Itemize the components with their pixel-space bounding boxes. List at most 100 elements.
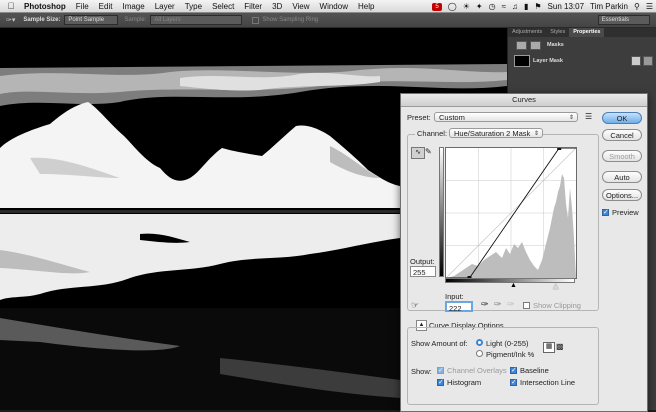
ok-button[interactable]: OK: [602, 112, 642, 124]
light-option-label: Light (0-255): [486, 339, 529, 348]
vector-mask-add-icon[interactable]: [643, 56, 653, 66]
output-gradient-bar: [439, 147, 444, 277]
options-button[interactable]: Options...: [602, 189, 642, 201]
apple-icon[interactable]: : [0, 1, 22, 11]
menu-edit[interactable]: Edit: [94, 2, 118, 11]
status-icon[interactable]: ◯: [445, 2, 460, 11]
layer-mask-row[interactable]: Layer Mask: [508, 53, 656, 69]
output-label: Output:: [410, 257, 435, 266]
vector-mask-icon: [530, 40, 541, 50]
show-sampling-ring-checkbox[interactable]: [252, 16, 260, 24]
curve-svg: [445, 146, 577, 280]
sample-select[interactable]: All Layers: [150, 15, 243, 25]
spotlight-icon[interactable]: ⚲: [631, 2, 643, 11]
histogram-label: Histogram: [447, 378, 482, 387]
intersection-line-label: Intersection Line: [520, 378, 576, 387]
eyedropper-icon[interactable]: ✑▾: [6, 16, 15, 24]
preset-options-icon[interactable]: ☰: [585, 112, 592, 121]
show-label: Show:: [411, 367, 432, 376]
menu-view[interactable]: View: [287, 2, 314, 11]
add-mask-icon[interactable]: [631, 56, 641, 66]
input-field[interactable]: 222: [445, 301, 473, 313]
dialog-title: Curves: [401, 94, 647, 107]
channel-overlays-label: Channel Overlays: [447, 366, 507, 375]
wifi-icon[interactable]: ≈: [499, 2, 509, 11]
curves-dialog: Curves Preset: Custom ⇕ ☰ Channel: Hue/Sa…: [400, 93, 648, 412]
curve-graph[interactable]: [445, 146, 577, 280]
menu-window[interactable]: Window: [315, 2, 353, 11]
sample-label: Sample:: [124, 17, 147, 23]
preview-checkbox[interactable]: ✓: [602, 209, 609, 216]
show-amount-label: Show Amount of:: [411, 339, 468, 348]
menu-type[interactable]: Type: [180, 2, 207, 11]
tab-properties[interactable]: Properties: [569, 28, 605, 37]
layer-mask-label: Layer Mask: [533, 58, 563, 64]
time-machine-icon[interactable]: ◷: [486, 2, 499, 11]
menu-layer[interactable]: Layer: [150, 2, 180, 11]
battery-icon[interactable]: ▮: [521, 2, 531, 11]
list-icon[interactable]: ☰: [643, 2, 656, 11]
white-eyedropper-icon[interactable]: ✑: [507, 299, 515, 310]
curve-control-point[interactable]: [557, 146, 562, 150]
gray-eyedropper-icon[interactable]: ✑: [494, 299, 502, 310]
channel-select[interactable]: Hue/Saturation 2 Mask ⇕: [449, 128, 543, 138]
tab-styles[interactable]: Styles: [546, 28, 569, 37]
layer-mask-thumbnail: [514, 55, 530, 67]
cancel-button[interactable]: Cancel: [602, 129, 642, 141]
channel-value: Hue/Saturation 2 Mask: [454, 129, 531, 138]
sample-size-label: Sample Size:: [23, 17, 61, 23]
sample-size-select[interactable]: Point Sample: [64, 15, 119, 25]
light-radio[interactable]: [476, 339, 483, 346]
bluetooth-icon[interactable]: ✦: [473, 2, 486, 11]
black-eyedropper-icon[interactable]: ✑: [481, 299, 489, 310]
baseline-label: Baseline: [520, 366, 549, 375]
preview-label: Preview: [612, 208, 639, 217]
menu-clock[interactable]: Sun 13:07: [545, 2, 587, 11]
notification-badge[interactable]: 5: [429, 1, 444, 11]
menu-3d[interactable]: 3D: [267, 2, 287, 11]
tab-adjustments[interactable]: Adjustments: [508, 28, 546, 37]
on-image-adjust-icon[interactable]: ☞: [411, 300, 419, 311]
preset-label: Preset:: [407, 113, 431, 122]
white-point-slider[interactable]: △: [553, 282, 558, 290]
volume-icon[interactable]: ♫: [509, 2, 521, 11]
menu-image[interactable]: Image: [117, 2, 149, 11]
grid-fine-icon[interactable]: ▩: [556, 342, 564, 351]
menu-user[interactable]: Tim Parkin: [587, 2, 631, 11]
preset-value: Custom: [439, 113, 465, 122]
menu-select[interactable]: Select: [207, 2, 239, 11]
select-arrows-icon: ⇕: [533, 131, 539, 137]
mask-icon: [516, 40, 527, 50]
menu-help[interactable]: Help: [353, 2, 379, 11]
smooth-button[interactable]: Smooth: [602, 150, 642, 162]
channel-label: Channel:: [415, 129, 450, 138]
pigment-radio[interactable]: [476, 350, 483, 357]
pencil-icon[interactable]: ✎: [425, 147, 432, 156]
masks-label: Masks: [547, 42, 564, 48]
preset-select[interactable]: Custom ⇕: [434, 112, 578, 122]
menu-filter[interactable]: Filter: [239, 2, 267, 11]
grid-coarse-icon[interactable]: ▦: [543, 342, 555, 353]
curve-edit-points-icon[interactable]: ∿: [411, 147, 425, 159]
status-icon[interactable]: ☀: [460, 2, 473, 11]
workspace-select[interactable]: Essentials: [597, 15, 650, 25]
options-bar: ✑▾ Sample Size: Point Sample Sample: All…: [0, 13, 656, 28]
black-point-slider[interactable]: ▲: [510, 282, 517, 289]
channel-overlays-checkbox[interactable]: ✓: [437, 367, 444, 374]
baseline-checkbox[interactable]: ✓: [510, 367, 517, 374]
histogram-checkbox[interactable]: ✓: [437, 379, 444, 386]
auto-button[interactable]: Auto: [602, 171, 642, 183]
input-label: Input:: [445, 292, 464, 301]
menu-app-name[interactable]: Photoshop: [22, 2, 71, 11]
intersection-line-checkbox[interactable]: ✓: [510, 379, 517, 386]
masks-row: Masks: [508, 37, 656, 53]
menu-bar:  Photoshop File Edit Image Layer Type S…: [0, 0, 656, 13]
output-field[interactable]: 255: [410, 266, 436, 277]
show-clipping-checkbox[interactable]: [523, 302, 530, 309]
flag-icon[interactable]: ⚑: [531, 2, 544, 11]
show-clipping-label: Show Clipping: [533, 301, 581, 310]
menu-file[interactable]: File: [71, 2, 94, 11]
select-arrows-icon: ⇕: [568, 115, 574, 121]
panel-tabs: Adjustments Styles Properties: [508, 28, 656, 37]
pigment-option-label: Pigment/Ink %: [486, 350, 535, 359]
